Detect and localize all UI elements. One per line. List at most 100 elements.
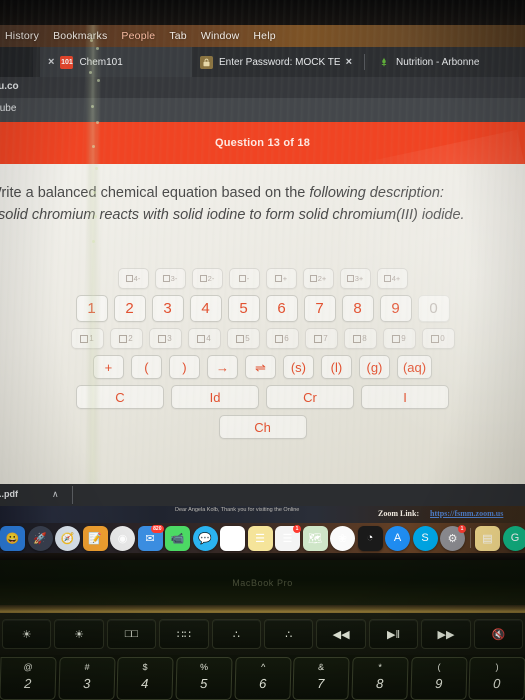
dock-photos-icon[interactable]: ❀ bbox=[330, 525, 355, 551]
bookmark-item-edu[interactable]: du.co bbox=[0, 81, 19, 92]
operator-key-plus[interactable]: + bbox=[92, 355, 124, 379]
subscript-key-4[interactable]: 4 bbox=[187, 328, 221, 349]
subscript-key-5[interactable]: 5 bbox=[226, 328, 260, 349]
number-key-0[interactable]: 0 bbox=[417, 295, 450, 322]
number-key-8[interactable]: 8 bbox=[341, 295, 374, 322]
bookmarks-bar-row1[interactable]: du.co bbox=[0, 77, 525, 98]
charge-key-plus[interactable]: + bbox=[265, 268, 297, 289]
element-key-ch[interactable]: Ch bbox=[218, 415, 307, 439]
dock-messages-icon[interactable]: 💬 bbox=[192, 525, 218, 551]
fast-forward-key[interactable]: ▶▶ bbox=[421, 619, 471, 649]
tab-close-icon[interactable]: × bbox=[48, 56, 54, 68]
brightness-down-key[interactable]: ☀ bbox=[2, 619, 52, 649]
dock-system-preferences-icon[interactable]: ⚙ 1 bbox=[440, 524, 466, 551]
charge-key-4plus[interactable]: 4+ bbox=[376, 268, 408, 289]
subscript-key-3[interactable]: 3 bbox=[148, 328, 182, 349]
operator-key-arrow[interactable]: → bbox=[206, 355, 238, 379]
number-key-2[interactable]: 2 bbox=[113, 295, 146, 322]
keyboard-brightness-down-key[interactable]: ∴ bbox=[211, 619, 262, 649]
operator-key-close-paren[interactable]: ) bbox=[168, 355, 200, 379]
browser-tab-chem101[interactable]: × 101 Chem101 bbox=[40, 47, 192, 77]
subscript-key-0[interactable]: 0 bbox=[421, 328, 455, 349]
number-key-3[interactable]: 3 bbox=[151, 295, 184, 322]
dock-preview-icon[interactable]: ◔ bbox=[357, 525, 383, 551]
dock-pages-icon[interactable]: 📝 bbox=[82, 525, 108, 551]
chevron-up-icon[interactable]: ∧ bbox=[52, 489, 59, 500]
dock-skype-icon[interactable]: S bbox=[412, 525, 438, 551]
menu-item-help[interactable]: Help bbox=[253, 30, 275, 42]
dock-notes-icon[interactable]: ☰ bbox=[247, 525, 273, 551]
key-5[interactable]: % 5 bbox=[175, 657, 233, 700]
subscript-key-2[interactable]: 2 bbox=[109, 328, 143, 349]
dock-safari-icon[interactable]: 🧭 bbox=[55, 525, 80, 551]
state-key-liquid[interactable]: (l) bbox=[320, 355, 352, 379]
charge-key-3plus[interactable]: 3+ bbox=[339, 268, 371, 289]
download-item[interactable]: l...pdf bbox=[0, 489, 18, 499]
operator-key-equilibrium[interactable]: ⇌ bbox=[244, 355, 276, 379]
background-zoom-link[interactable]: https://fsmm.zoom.us bbox=[430, 509, 525, 518]
charge-key-3minus[interactable]: 3- bbox=[154, 268, 186, 289]
subscript-key-8[interactable]: 8 bbox=[343, 328, 377, 349]
menu-item-bookmarks[interactable]: Bookmarks bbox=[53, 30, 107, 42]
state-key-gas[interactable]: (g) bbox=[358, 355, 390, 379]
dock-mail-icon[interactable]: ✉ 820 bbox=[137, 524, 164, 551]
tab-close-icon[interactable]: × bbox=[346, 56, 352, 68]
number-key-9[interactable]: 9 bbox=[379, 295, 412, 322]
charge-key-2minus[interactable]: 2- bbox=[191, 268, 223, 289]
subscript-key-6[interactable]: 6 bbox=[265, 328, 299, 349]
number-key-6[interactable]: 6 bbox=[265, 295, 298, 322]
element-key-i[interactable]: I bbox=[361, 385, 449, 409]
number-key-5[interactable]: 5 bbox=[227, 295, 260, 322]
key-4[interactable]: $4 bbox=[116, 657, 174, 700]
menu-item-window[interactable]: Window bbox=[201, 30, 240, 42]
key-2[interactable]: @2 bbox=[0, 657, 57, 700]
mission-control-key[interactable]: □□ bbox=[106, 619, 157, 649]
menu-item-tab[interactable]: Tab bbox=[169, 30, 187, 42]
element-key-c[interactable]: C bbox=[76, 385, 164, 409]
dock-calendar-icon[interactable]: 9 bbox=[220, 525, 245, 551]
key-6[interactable]: ^ 6 bbox=[234, 657, 291, 700]
key-3[interactable]: #3 bbox=[58, 657, 115, 700]
launchpad-key[interactable]: ∷∷ bbox=[159, 619, 209, 649]
dock-grammarly-icon[interactable]: G bbox=[502, 525, 525, 551]
key-number: 5 bbox=[199, 676, 208, 691]
number-key-7[interactable]: 7 bbox=[303, 295, 336, 322]
key-0[interactable]: ) 0 bbox=[468, 657, 525, 700]
subscript-key-7[interactable]: 7 bbox=[304, 328, 338, 349]
dock-app-store-icon[interactable]: A bbox=[385, 525, 410, 551]
dock-reminders-icon[interactable]: ☰ 1 bbox=[275, 524, 301, 551]
dock-finder-icon[interactable]: 😀 bbox=[0, 525, 25, 551]
key-8[interactable]: * 8 bbox=[351, 657, 409, 700]
charge-key-4minus[interactable]: 4- bbox=[117, 268, 149, 289]
charge-key-2plus[interactable]: 2+ bbox=[302, 268, 334, 289]
bookmarks-bar-row2[interactable]: Tube bbox=[0, 98, 525, 122]
browser-tab-nutrition[interactable]: Nutrition - Arbonne bbox=[369, 47, 487, 77]
dock-chrome-icon[interactable]: ◉ bbox=[110, 525, 135, 551]
subscript-key-1[interactable]: 1 bbox=[70, 328, 104, 349]
dock-maps-icon[interactable]: 🗺 bbox=[302, 525, 328, 551]
keyboard-brightness-up-key[interactable]: ∴ bbox=[264, 619, 314, 649]
number-key-1[interactable]: 1 bbox=[75, 295, 108, 322]
element-key-cr[interactable]: Cr bbox=[266, 385, 354, 409]
play-pause-key[interactable]: ▶‖ bbox=[368, 619, 419, 649]
dock-facetime-icon[interactable]: 📹 bbox=[165, 525, 190, 551]
charge-key-minus[interactable]: - bbox=[228, 268, 260, 289]
menu-bar[interactable]: History Bookmarks People Tab Window Help bbox=[0, 25, 525, 47]
mute-key[interactable]: 🔇 bbox=[473, 619, 524, 649]
operator-key-open-paren[interactable]: ( bbox=[130, 355, 162, 379]
key-9[interactable]: (9 bbox=[410, 657, 467, 700]
subscript-key-9[interactable]: 9 bbox=[382, 328, 416, 349]
brightness-up-key[interactable]: ☀ bbox=[54, 619, 104, 649]
number-key-4[interactable]: 4 bbox=[189, 295, 222, 322]
dock-launchpad-icon[interactable]: 🚀 bbox=[27, 525, 53, 551]
dock-stickies-icon[interactable]: ▤ bbox=[475, 525, 500, 551]
state-key-solid[interactable]: (s) bbox=[282, 355, 314, 379]
bookmark-item-tube[interactable]: Tube bbox=[0, 103, 16, 114]
element-key-id[interactable]: Id bbox=[171, 385, 259, 409]
rewind-key[interactable]: ◀◀ bbox=[316, 619, 366, 649]
key-7[interactable]: & 7 bbox=[292, 657, 350, 700]
menu-item-history[interactable]: History bbox=[5, 30, 39, 42]
state-key-aqueous[interactable]: (aq) bbox=[396, 355, 433, 379]
menu-item-people[interactable]: People bbox=[121, 30, 155, 42]
browser-tab-mock-test[interactable]: Enter Password: MOCK TEST ( × bbox=[192, 47, 360, 77]
